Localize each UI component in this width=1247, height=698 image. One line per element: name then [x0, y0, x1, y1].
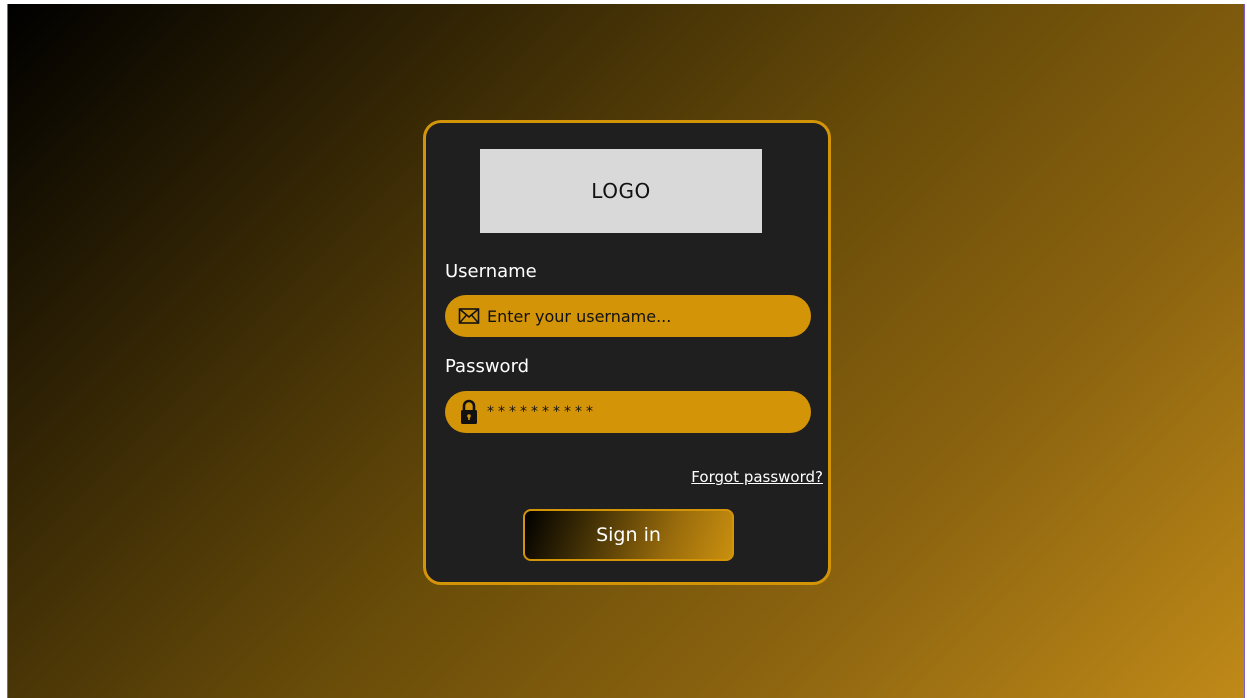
password-field[interactable]: **********: [445, 391, 811, 433]
username-label: Username: [445, 261, 537, 282]
logo-placeholder: LOGO: [480, 149, 762, 233]
password-masked-value: **********: [487, 404, 597, 420]
lock-icon: [457, 399, 481, 424]
forgot-password-link[interactable]: Forgot password?: [691, 468, 823, 486]
username-placeholder: Enter your username...: [487, 306, 672, 326]
sign-in-button[interactable]: Sign in: [523, 509, 734, 561]
logo-text: LOGO: [591, 179, 651, 203]
mail-icon: [457, 304, 481, 328]
login-page-background: LOGO Username Enter your username... Pas…: [7, 4, 1245, 698]
login-card: LOGO Username Enter your username... Pas…: [423, 120, 831, 585]
password-label: Password: [445, 356, 530, 377]
username-field[interactable]: Enter your username...: [445, 295, 811, 337]
